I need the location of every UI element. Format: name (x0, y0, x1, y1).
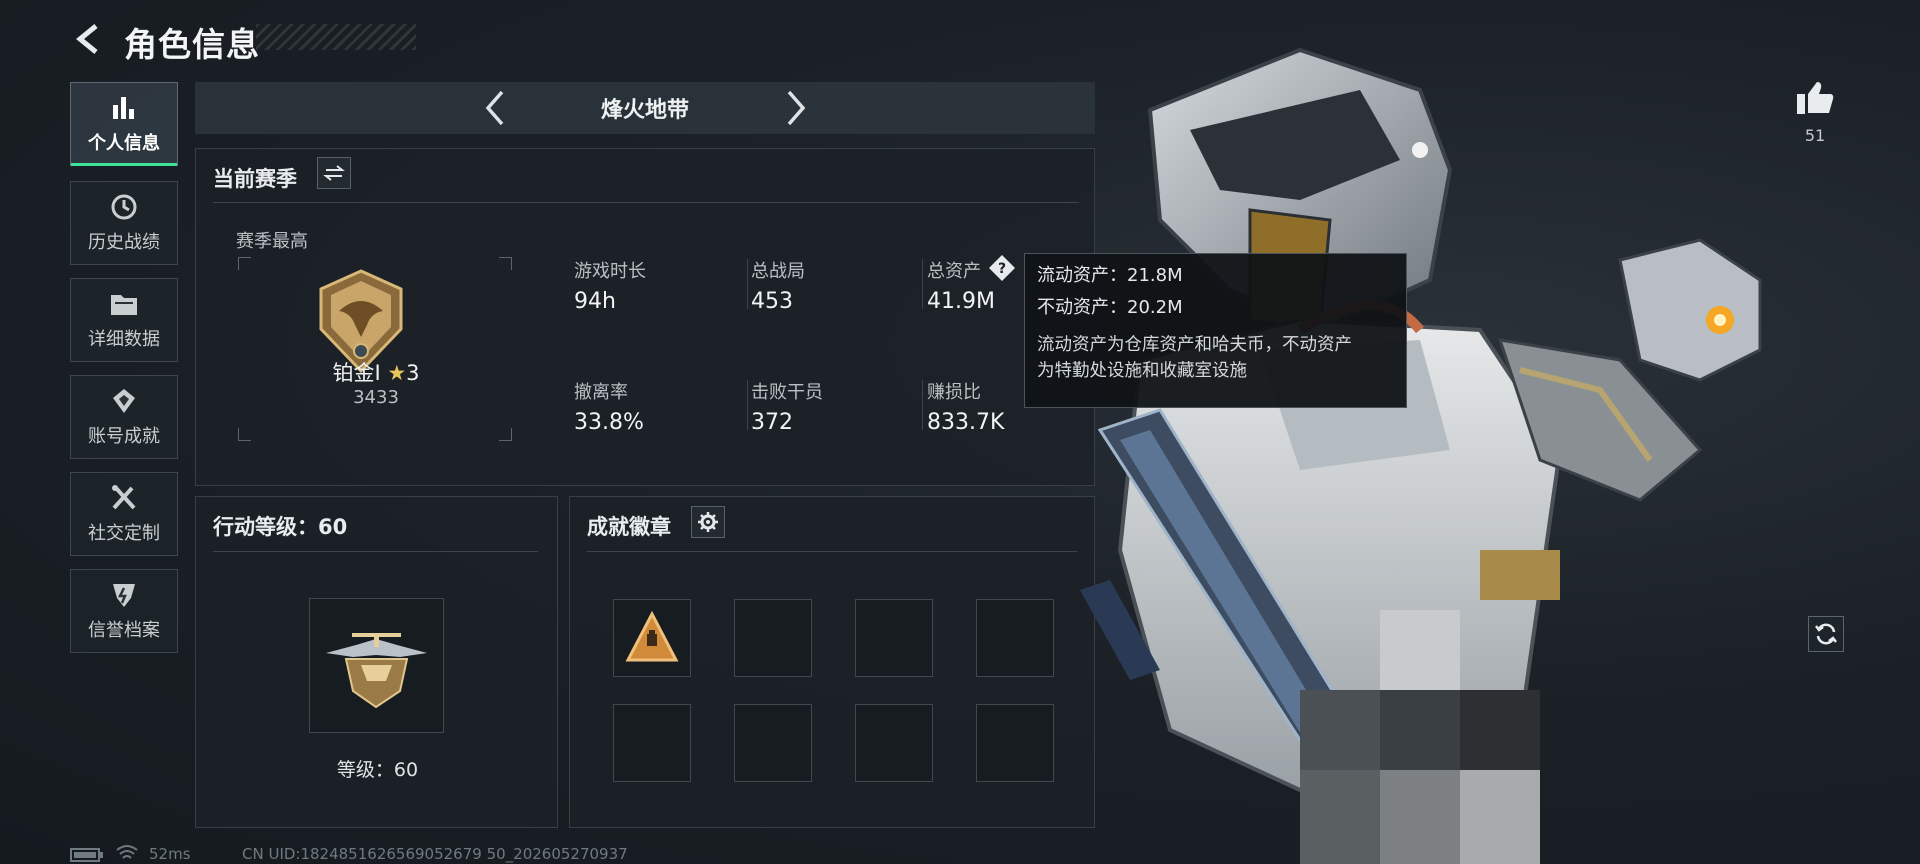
prev-mode-arrow-icon[interactable] (478, 88, 514, 128)
sidebar-item-achievements[interactable]: 账号成就 (70, 375, 178, 459)
rank-score: 3433 (353, 387, 399, 408)
warning-triangle-badge-icon (625, 610, 679, 662)
mode-name: 烽火地带 (600, 98, 689, 123)
back-arrow-icon[interactable] (72, 22, 106, 56)
tooltip-description-line2: 为特勤处设施和收藏室设施 (1037, 361, 1247, 381)
next-mode-arrow-icon[interactable] (777, 88, 813, 128)
rank-stars: 3 (406, 361, 420, 385)
gear-icon (698, 512, 718, 532)
stat-label-extraction-rate: 撤离率 (574, 382, 628, 403)
liquid-assets-line: 流动资产：21.8M (1037, 265, 1183, 286)
operator-character-image (1080, 47, 1762, 864)
stat-label-profit-ratio: 赚损比 (927, 382, 981, 403)
refresh-icon (1815, 623, 1837, 645)
stat-label-playtime: 游戏时长 (574, 261, 646, 282)
rank-title: 铂金Ⅰ ★3 (266, 357, 486, 387)
stat-value-total-assets: 41.9M (927, 289, 995, 314)
achievements-title: 成就徽章 (587, 515, 671, 539)
stat-value-operators-defeated: 372 (751, 410, 793, 435)
swap-icon (323, 165, 345, 181)
shield-icon (113, 584, 135, 607)
sidebar-item-label: 个人信息 (88, 133, 160, 154)
title-decoration (256, 24, 416, 50)
mode-selector: 烽火地带 (195, 82, 1095, 134)
assets-tooltip: 流动资产：21.8M 不动资产：20.2M 流动资产为仓库资产和哈夫币，不动资产… (1024, 253, 1407, 408)
divider (213, 551, 538, 552)
stat-label-operators-defeated: 击败干员 (751, 382, 823, 403)
bar-chart-icon (113, 97, 134, 119)
sidebar-item-label: 社交定制 (88, 523, 160, 544)
stat-label-total-matches: 总战局 (751, 261, 805, 282)
fixed-assets-line: 不动资产：20.2M (1037, 297, 1183, 318)
season-best-label: 赛季最高 (236, 231, 308, 252)
tools-icon (112, 485, 136, 510)
achievement-slot[interactable] (734, 704, 812, 782)
folder-icon (111, 295, 137, 315)
stat-value-total-matches: 453 (751, 289, 793, 314)
sidebar-item-label: 信誉档案 (88, 620, 160, 641)
sidebar-item-detailed-data[interactable]: 详细数据 (70, 278, 178, 362)
stat-value-playtime: 94h (574, 289, 616, 314)
divider (213, 202, 1079, 203)
achievement-slot[interactable] (734, 599, 812, 677)
stat-label-total-assets: 总资产 (927, 261, 981, 282)
achievement-emblem-icon (113, 389, 135, 413)
like-count: 51 (1804, 126, 1826, 145)
thumbs-up-icon[interactable] (1795, 80, 1835, 116)
level-panel: 行动等级：60 等级：60 (195, 496, 558, 828)
helicopter-level-badge-icon (326, 633, 427, 709)
player-uid: CN UID:1824851626569052679 50_2026052709… (242, 845, 628, 863)
level-title: 行动等级：60 (213, 515, 348, 539)
stat-value-extraction-rate: 33.8% (574, 410, 644, 435)
battery-icon (70, 848, 103, 862)
sidebar-item-reputation[interactable]: 信誉档案 (70, 569, 178, 653)
sidebar-item-label: 历史战绩 (88, 232, 160, 253)
sidebar-item-history[interactable]: 历史战绩 (70, 181, 178, 265)
season-title: 当前赛季 (213, 167, 297, 191)
divider (922, 380, 923, 430)
achievement-slot[interactable] (855, 704, 933, 782)
page-title: 角色信息 (124, 25, 260, 64)
rotate-character-button[interactable] (1808, 616, 1844, 652)
divider (922, 259, 923, 309)
switch-season-button[interactable] (317, 157, 351, 189)
level-label: 等级：60 (336, 759, 419, 781)
wifi-icon (116, 845, 138, 859)
sidebar-item-label: 账号成就 (88, 426, 160, 447)
rank-name: 铂金Ⅰ (332, 361, 381, 385)
achievements-settings-button[interactable] (691, 506, 725, 538)
stat-value-profit-ratio: 833.7K (927, 410, 1005, 435)
star-icon: ★ (387, 361, 407, 385)
sidebar-item-label: 详细数据 (88, 329, 160, 350)
divider (747, 259, 748, 309)
season-panel: 当前赛季 赛季最高 铂金Ⅰ ★3 3433 游戏时长 94h 总战局 453 总… (195, 148, 1095, 486)
achievement-slot[interactable] (855, 599, 933, 677)
sidebar-item-social[interactable]: 社交定制 (70, 472, 178, 556)
achievement-slot[interactable] (613, 704, 691, 782)
tooltip-description-line1: 流动资产为仓库资产和哈夫币，不动资产 (1037, 335, 1352, 355)
achievement-slot[interactable] (613, 599, 691, 677)
divider (747, 380, 748, 430)
history-clock-icon (111, 194, 137, 220)
ping-value: 52ms (149, 845, 191, 863)
sidebar-item-personal-info[interactable]: 个人信息 (70, 82, 178, 166)
